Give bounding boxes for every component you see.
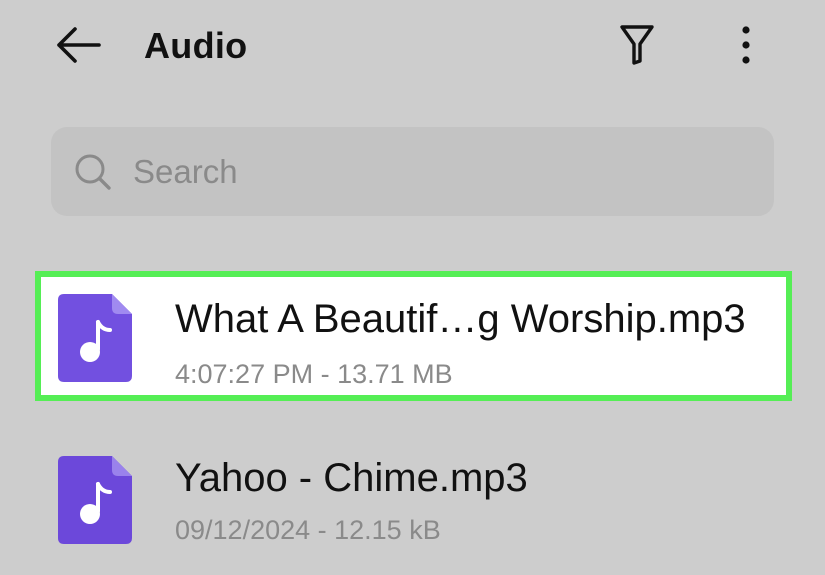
search-bar[interactable]: [51, 127, 774, 216]
file-row-1[interactable]: Yahoo - Chime.mp3 09/12/2024 - 12.15 kB: [35, 430, 792, 570]
file-row-0[interactable]: What A Beautif…g Worship.mp3 4:07:27 PM …: [35, 271, 792, 401]
file-name: What A Beautif…g Worship.mp3: [175, 297, 746, 341]
arrow-left-icon: [57, 27, 101, 63]
search-input[interactable]: [133, 145, 753, 199]
music-file-icon: [58, 456, 132, 544]
search-icon: [75, 154, 111, 190]
more-options-button[interactable]: [722, 20, 770, 70]
filter-button[interactable]: [612, 20, 662, 70]
top-app-bar: Audio: [0, 0, 825, 92]
page-title: Audio: [144, 25, 248, 66]
more-vertical-icon: [742, 26, 750, 64]
back-button[interactable]: [50, 22, 106, 68]
file-meta: 09/12/2024 - 12.15 kB: [175, 515, 441, 545]
filter-funnel-icon: [620, 25, 654, 65]
file-name: Yahoo - Chime.mp3: [175, 456, 528, 500]
file-meta: 4:07:27 PM - 13.71 MB: [175, 359, 453, 389]
music-file-icon: [58, 294, 132, 382]
